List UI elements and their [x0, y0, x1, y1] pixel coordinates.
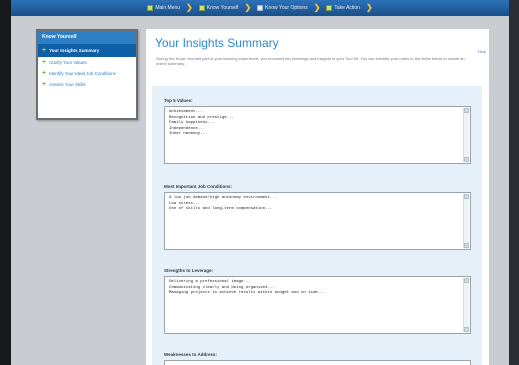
sidebar-item-assess-skills[interactable]: + Assess Your Skills	[38, 79, 136, 90]
scroll-thumb[interactable]	[464, 278, 469, 283]
step-status-icon	[326, 5, 333, 11]
textarea-scrollbar[interactable]	[463, 194, 469, 248]
nav-step-label: Main Menu	[155, 5, 181, 11]
chevron-right-icon: ❯	[313, 3, 321, 12]
sidebar-item-clarify-values[interactable]: + Clarify Your Values	[38, 57, 136, 68]
strengths-label: Strengths to Leverage:	[164, 268, 214, 273]
sidebar: Know Yourself + Your Insights Summary + …	[36, 29, 138, 120]
step-status-icon	[198, 5, 205, 11]
plus-icon: +	[42, 70, 47, 77]
step-status-icon	[147, 5, 154, 11]
scroll-thumb[interactable]	[464, 327, 469, 332]
values-textarea[interactable]: Achievement... Recognition and prestige..…	[164, 106, 471, 164]
textarea-scrollbar[interactable]	[463, 278, 469, 332]
scroll-thumb[interactable]	[464, 194, 469, 199]
chevron-right-icon: ❯	[244, 3, 252, 12]
weaknesses-label: Weaknesses to Address:	[164, 352, 218, 357]
chevron-right-icon: ❯	[186, 3, 193, 12]
sidebar-item-job-conditions[interactable]: + Identify Your Ideal Job Conditions	[38, 68, 136, 79]
step-status-icon	[257, 5, 264, 11]
nav-step-label: Know Your Options	[265, 5, 308, 11]
scroll-thumb[interactable]	[464, 108, 469, 113]
nav-step-label: Take Action	[334, 5, 360, 11]
sidebar-item-insights-summary[interactable]: + Your Insights Summary	[38, 44, 136, 57]
sidebar-item-label: Your Insights Summary	[49, 48, 100, 53]
page-title: Your Insights Summary	[155, 36, 279, 50]
plus-icon: +	[42, 47, 47, 54]
strengths-text: Delivering a professional image... Commun…	[169, 280, 326, 295]
scroll-thumb[interactable]	[464, 243, 469, 248]
strengths-textarea[interactable]: Delivering a professional image... Commun…	[164, 276, 471, 334]
left-border	[0, 0, 11, 365]
job-conditions-text: A low job demand/high autonomy environme…	[169, 196, 278, 211]
right-border	[509, 0, 519, 365]
nav-step-know-your-options[interactable]: Know Your Options	[257, 5, 308, 11]
progress-nav-bar: Main Menu ❯ Know Yourself ❯ Know Your Op…	[11, 0, 509, 16]
textarea-scrollbar[interactable]	[463, 108, 469, 162]
main-content: Your Insights Summary Help During the Kn…	[146, 29, 489, 365]
insights-form: Top 5 Values: Achievement... Recognition …	[152, 86, 482, 365]
sidebar-item-label: Identify Your Ideal Job Conditions	[49, 71, 116, 76]
chevron-right-icon: ❯	[365, 3, 373, 12]
weaknesses-textarea[interactable]	[164, 360, 471, 365]
job-conditions-label: Most Important Job Conditions:	[164, 184, 232, 189]
values-label: Top 5 Values:	[164, 98, 193, 103]
sidebar-item-label: Clarify Your Values	[49, 60, 87, 65]
nav-step-label: Know Yourself	[206, 5, 239, 11]
plus-icon: +	[42, 81, 47, 88]
sidebar-item-label: Assess Your Skills	[49, 82, 86, 87]
nav-step-main-menu[interactable]: Main Menu	[147, 5, 180, 11]
intro-text: During the Know Yourself part of your le…	[156, 56, 465, 66]
nav-step-know-yourself[interactable]: Know Yourself	[198, 5, 239, 11]
plus-icon: +	[42, 59, 47, 66]
values-text: Achievement... Recognition and prestige..…	[169, 110, 234, 136]
help-link[interactable]: Help	[478, 49, 486, 54]
sidebar-header: Know Yourself	[38, 31, 136, 44]
nav-step-take-action[interactable]: Take Action	[326, 5, 360, 11]
job-conditions-textarea[interactable]: A low job demand/high autonomy environme…	[164, 192, 471, 250]
scroll-thumb[interactable]	[464, 157, 469, 162]
